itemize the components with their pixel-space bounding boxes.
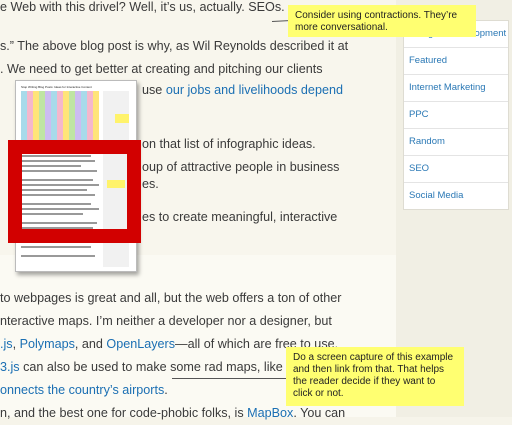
category-link-social-media[interactable]: Social Media — [404, 183, 508, 209]
comment-connector — [172, 378, 292, 379]
infographic-mosaic-image — [21, 91, 99, 145]
article-line: to webpages is great and all, but the we… — [0, 291, 342, 305]
text-line — [21, 246, 91, 248]
category-list: Design & Development Featured Internet M… — [403, 20, 509, 210]
article-line: nteractive maps. I’m neither a developer… — [0, 314, 332, 328]
airports-map-link[interactable]: onnects the country’s airports — [0, 383, 164, 397]
d3-link[interactable]: .js — [0, 337, 13, 351]
article-line: es. — [142, 177, 159, 191]
article-line: . We need to get better at creating and … — [0, 62, 323, 76]
text-line — [21, 255, 95, 257]
comment-note[interactable]: Do a screen capture of this example and … — [286, 347, 464, 406]
openlayers-link[interactable]: OpenLayers — [106, 337, 175, 351]
article-line: s.” The above blog post is why, as Wil R… — [0, 39, 349, 53]
article-line: e Web with this drivel? Well, it’s us, a… — [0, 0, 285, 14]
polymaps-link[interactable]: Polymaps — [20, 337, 75, 351]
category-link-random[interactable]: Random — [404, 129, 508, 156]
mapbox-link[interactable]: MapBox — [247, 406, 293, 420]
comment-note[interactable]: Consider using contractions. They’re mor… — [288, 5, 476, 37]
article-line: 3.js can also be used to make some rad m… — [0, 360, 283, 374]
category-link-internet-marketing[interactable]: Internet Marketing — [404, 75, 508, 102]
jobs-livelihoods-link[interactable]: our jobs and livelihoods depend — [166, 83, 343, 97]
sticky-note-mark — [115, 114, 129, 123]
thumbnail-title: Stop Writing Blog Posts: Ideas for Inter… — [21, 85, 92, 89]
category-link-ppc[interactable]: PPC — [404, 102, 508, 129]
article-line: es to create meaningful, interactive — [142, 210, 338, 224]
category-link-featured[interactable]: Featured — [404, 48, 508, 75]
article-line: onnects the country’s airports. — [0, 383, 168, 397]
article-line: use our jobs and livelihoods depend — [142, 83, 343, 97]
highlight-frame — [8, 140, 141, 243]
article-line: on that list of infographic ideas. — [142, 137, 316, 151]
d3js-link[interactable]: 3.js — [0, 360, 20, 374]
article-line: oup of attractive people in business — [142, 160, 340, 174]
category-link-seo[interactable]: SEO — [404, 156, 508, 183]
